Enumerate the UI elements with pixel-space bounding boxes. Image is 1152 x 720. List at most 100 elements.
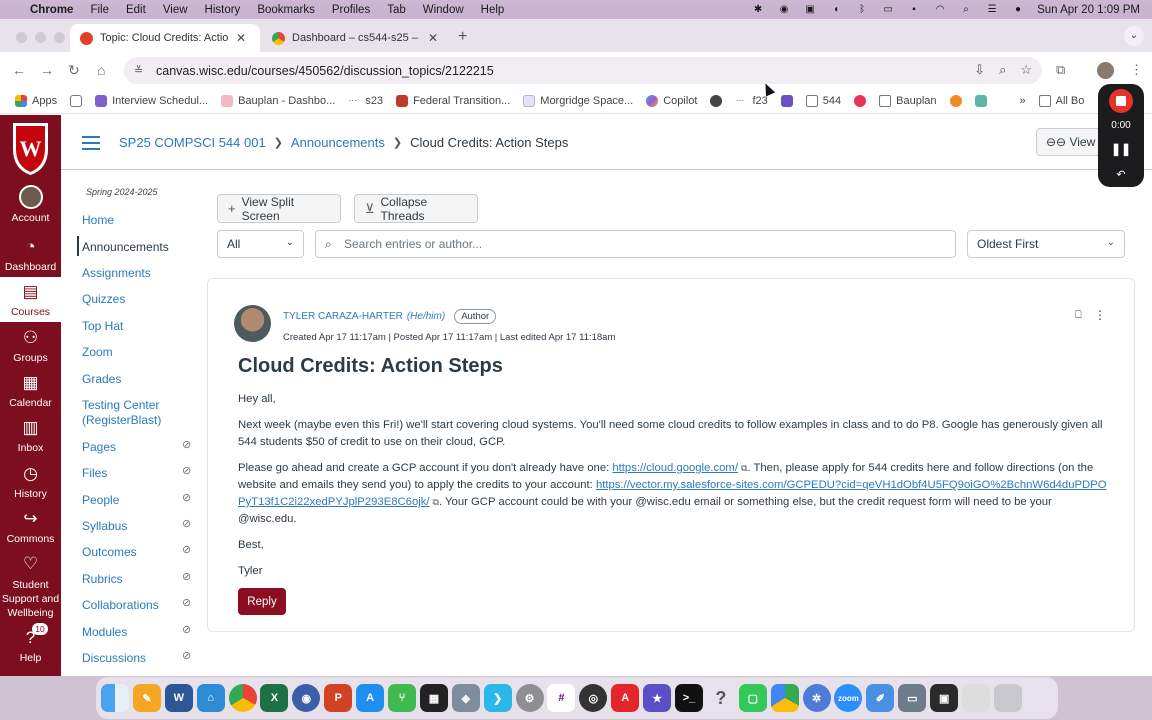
tab-search-icon[interactable]: ⌄ bbox=[1124, 26, 1144, 46]
nav-student-support[interactable]: ♡ Student Support and Wellbeing bbox=[0, 553, 61, 620]
vscode-icon[interactable]: ❯ bbox=[483, 684, 512, 712]
menu-tab[interactable]: Tab bbox=[387, 4, 406, 16]
view-split-screen-button[interactable]: + View Split Screen bbox=[217, 194, 341, 223]
author-name[interactable]: TYLER CARAZA-HARTER bbox=[283, 311, 403, 322]
nav-groups[interactable]: ⚇ Groups bbox=[0, 327, 61, 364]
course-nav-collaborations[interactable]: Collaborations bbox=[82, 598, 159, 612]
profile-avatar[interactable] bbox=[1097, 62, 1114, 79]
git-tool-icon[interactable]: ⑂ bbox=[388, 684, 417, 712]
course-nav-people[interactable]: People bbox=[82, 493, 119, 507]
bookmark-teal[interactable] bbox=[974, 94, 987, 107]
tab-canvas-topic[interactable]: Topic: Cloud Credits: Action S ✕ bbox=[70, 24, 260, 52]
menu-window[interactable]: Window bbox=[423, 4, 464, 16]
course-nav-discussions[interactable]: Discussions bbox=[82, 651, 146, 665]
menu-file[interactable]: File bbox=[90, 4, 109, 16]
zoom-window-icon[interactable] bbox=[54, 32, 65, 43]
close-window-icon[interactable] bbox=[16, 32, 27, 43]
search-input[interactable] bbox=[344, 237, 904, 251]
breadcrumb-announcements[interactable]: Announcements bbox=[291, 135, 385, 150]
virtualbox-icon[interactable]: ◈ bbox=[451, 684, 480, 712]
terminal-dark-icon[interactable]: ▦ bbox=[419, 684, 448, 712]
menu-view[interactable]: View bbox=[163, 4, 188, 16]
dv-icon[interactable]: ▪ bbox=[907, 4, 921, 15]
new-tab-icon[interactable]: + bbox=[458, 28, 467, 46]
nav-courses[interactable]: ▤ Courses bbox=[0, 277, 61, 322]
course-nav-assignments[interactable]: Assignments bbox=[82, 266, 151, 280]
bookmark-interview[interactable]: Interview Schedul... bbox=[95, 94, 208, 107]
nav-account[interactable]: Account bbox=[0, 185, 61, 224]
course-nav-announcements[interactable]: Announcements bbox=[82, 240, 169, 254]
bookmark-bauplan-folder[interactable]: Bauplan bbox=[879, 94, 937, 107]
menu-history[interactable]: History bbox=[205, 4, 241, 16]
quicktime-icon[interactable]: ◉ bbox=[292, 684, 321, 712]
bookmark-federal[interactable]: Federal Transition... bbox=[396, 94, 510, 107]
bluetooth-icon[interactable]: ᛒ bbox=[855, 4, 869, 15]
imovie-star-icon[interactable]: ★ bbox=[643, 684, 672, 712]
chrome-icon[interactable] bbox=[228, 684, 257, 712]
finder-icon[interactable] bbox=[101, 684, 129, 712]
bookmark-s23[interactable]: ··· s23 bbox=[348, 95, 383, 107]
menu-edit[interactable]: Edit bbox=[126, 4, 146, 16]
undo-icon[interactable]: ↶ bbox=[1098, 168, 1144, 181]
bookmark-red[interactable] bbox=[854, 94, 867, 107]
bookmark-bauplan-dashboard[interactable]: Bauplan - Dashbo... bbox=[221, 94, 335, 107]
nav-help[interactable]: ? 10 Help bbox=[0, 623, 61, 664]
menubar-clock[interactable]: Sun Apr 20 1:09 PM bbox=[1037, 4, 1140, 16]
bookmark-morgridge[interactable]: Morgridge Space... bbox=[523, 94, 633, 107]
zoom-icon[interactable]: ⌕ bbox=[999, 62, 1006, 78]
filter-select[interactable]: All ⌄ bbox=[217, 230, 304, 258]
course-nav-testing-center[interactable]: Testing Center (RegisterBlast) bbox=[82, 398, 172, 428]
course-nav-home[interactable]: Home bbox=[82, 213, 114, 227]
pages-icon[interactable]: ✎ bbox=[132, 684, 161, 712]
bookmark-circle[interactable] bbox=[710, 94, 723, 107]
chrome-menu-icon[interactable]: ⋮ bbox=[1130, 62, 1143, 78]
more-options-icon[interactable]: ⋮ bbox=[1094, 308, 1106, 322]
screenshot-icon[interactable]: ▣ bbox=[803, 4, 817, 15]
wifi-icon[interactable]: ◠ bbox=[933, 4, 947, 15]
battery-icon[interactable]: ▭ bbox=[881, 4, 895, 15]
minimize-window-icon[interactable] bbox=[35, 32, 46, 43]
word-icon[interactable]: W bbox=[164, 684, 193, 712]
course-nav-pages[interactable]: Pages bbox=[82, 440, 116, 454]
course-nav-modules[interactable]: Modules bbox=[82, 625, 127, 639]
forward-icon[interactable]: → bbox=[40, 62, 54, 78]
bookmark-f23[interactable]: ··· f23 bbox=[735, 95, 767, 107]
address-url[interactable]: canvas.wisc.edu/courses/450562/discussio… bbox=[156, 64, 494, 78]
reply-button[interactable]: Reply bbox=[238, 588, 286, 615]
snowflake-app-icon[interactable]: ✲ bbox=[802, 684, 831, 712]
course-nav-grades[interactable]: Grades bbox=[82, 372, 121, 386]
bookmark-star-icon[interactable]: ☆ bbox=[1020, 62, 1032, 78]
menu-app-name[interactable]: Chrome bbox=[30, 4, 73, 16]
site-info-icon[interactable]: ≚ bbox=[134, 64, 148, 77]
nav-history[interactable]: ◷ History bbox=[0, 463, 61, 500]
nav-calendar[interactable]: ▦ Calendar bbox=[0, 372, 61, 409]
system-settings-icon[interactable]: ⚙ bbox=[515, 684, 544, 712]
volume-icon[interactable]: ◖ bbox=[829, 4, 843, 15]
disk-utility-icon[interactable]: ▭ bbox=[898, 684, 927, 712]
trash-icon[interactable] bbox=[993, 684, 1022, 712]
sort-select[interactable]: Oldest First ⌄ bbox=[967, 230, 1125, 258]
screen-recorder-icon[interactable]: ▣ bbox=[930, 684, 959, 712]
menu-help[interactable]: Help bbox=[481, 4, 505, 16]
document-icon[interactable] bbox=[962, 684, 991, 712]
nav-dashboard[interactable]: ◔ Dashboard bbox=[0, 236, 61, 273]
keynote-icon[interactable]: ⌂ bbox=[196, 684, 225, 712]
reload-icon[interactable]: ↻ bbox=[68, 62, 80, 79]
close-tab-icon[interactable]: ✕ bbox=[428, 31, 438, 45]
hamburger-menu-icon[interactable] bbox=[82, 136, 100, 154]
menu-bookmarks[interactable]: Bookmarks bbox=[257, 4, 315, 16]
google-drive-icon[interactable] bbox=[770, 684, 799, 712]
pause-icon[interactable]: ❚❚ bbox=[1098, 142, 1144, 156]
bookmark-apps[interactable]: Apps bbox=[15, 94, 57, 107]
nav-inbox[interactable]: ▥ Inbox bbox=[0, 417, 61, 454]
messages-icon[interactable]: ▢ bbox=[738, 684, 767, 712]
slack-icon[interactable]: # bbox=[547, 684, 576, 712]
course-nav-rubrics[interactable]: Rubrics bbox=[82, 572, 123, 586]
gear-icon[interactable]: ✱ bbox=[751, 4, 765, 15]
preview-icon[interactable]: ✐ bbox=[866, 684, 895, 712]
bookmark-orange[interactable] bbox=[949, 94, 962, 107]
menu-profiles[interactable]: Profiles bbox=[332, 4, 370, 16]
tab-dashboard[interactable]: Dashboard – cs544-s25 – Go ✕ bbox=[262, 24, 452, 52]
stop-recording-icon[interactable] bbox=[1109, 89, 1133, 113]
bookmarks-overflow-icon[interactable]: » bbox=[1020, 95, 1026, 107]
